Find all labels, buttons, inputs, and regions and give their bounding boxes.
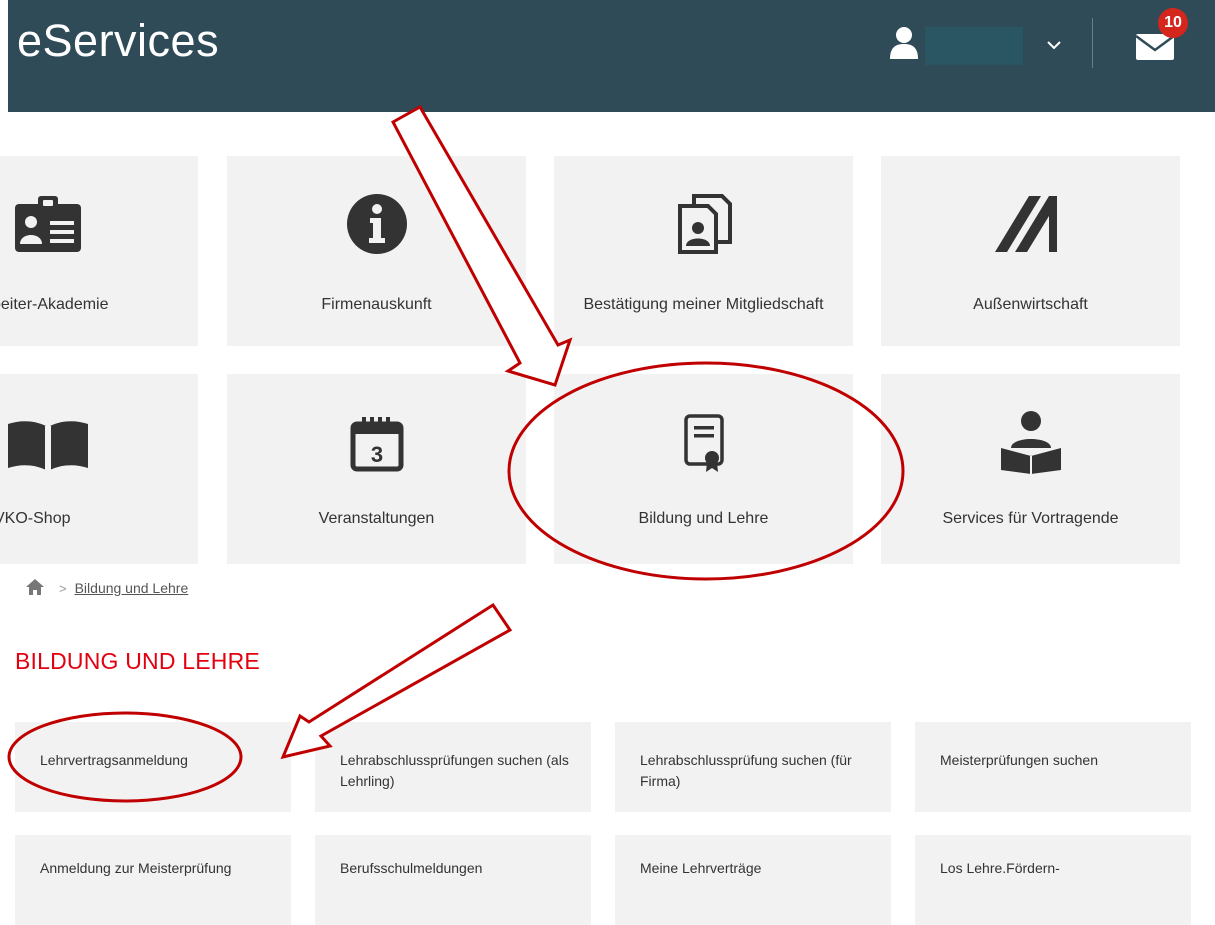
info-icon [227,192,526,256]
tile-label: Bildung und Lehre [638,510,769,527]
home-icon[interactable] [25,578,45,599]
tile-veranstaltungen[interactable]: 3 Veranstaltungen [227,374,526,564]
subtile-label: Los Lehre.Fördern- [940,860,1060,876]
subtile-label: Berufsschulmeldungen [340,860,483,876]
subtile-label: Lehrabschlussprüfung suchen (für Firma) [640,752,852,789]
subtile-label: Meisterprüfungen suchen [940,752,1098,768]
documents-icon [554,192,853,256]
subtile-label: Meine Lehrverträge [640,860,762,876]
certificate-icon [554,412,853,476]
tile-label: Außenwirtschaft [973,296,1088,313]
tile-bildung-und-lehre[interactable]: Bildung und Lehre [554,374,853,564]
breadcrumb: > Bildung und Lehre [25,578,188,598]
subtile-los-lehre-foerdern[interactable]: Los Lehre.Fördern- [915,835,1191,925]
chevron-down-icon[interactable] [1044,37,1064,53]
subtile-label: Lehrabschlussprüfungen suchen (als Lehrl… [340,752,569,789]
tile-aussenwirtschaft[interactable]: Außenwirtschaft [881,156,1180,346]
tile-wko-shop[interactable]: VKO-Shop [0,374,198,564]
tile-label: Services für Vortragende [942,510,1119,527]
section-title: BILDUNG UND LEHRE [15,648,260,674]
subtile-meisterpruefungen-suchen[interactable]: Meisterprüfungen suchen [915,722,1191,812]
top-header-bar: eServices 10 [8,0,1215,112]
id-badge-icon [12,192,198,256]
tile-bestaetigung-mitgliedschaft[interactable]: Bestätigung meiner Mitgliedschaft [554,156,853,346]
tile-label: Veranstaltungen [318,510,435,527]
subtile-label: Anmeldung zur Meisterprüfung [40,860,232,876]
header-divider [1092,18,1093,68]
subtile-lehrvertragsanmeldung[interactable]: Lehrvertragsanmeldung [15,722,291,812]
tile-services-fuer-vortragende[interactable]: Services für Vortragende [881,374,1180,564]
mail-count-badge: 10 [1158,8,1188,38]
calendar-icon: 3 [227,414,526,478]
tile-label: Bestätigung meiner Mitgliedschaft [583,296,824,313]
user-icon[interactable] [886,25,922,61]
breadcrumb-current-link[interactable]: Bildung und Lehre [75,580,189,596]
reader-icon [881,408,1180,474]
subtile-anmeldung-meisterpruefung[interactable]: Anmeldung zur Meisterprüfung [15,835,291,925]
subtile-label: Lehrvertragsanmeldung [40,752,188,768]
tile-label: VKO-Shop [0,510,71,527]
calendar-day: 3 [370,442,382,467]
subtile-berufsschulmeldungen[interactable]: Berufsschulmeldungen [315,835,591,925]
tile-label: Firmenauskunft [321,296,432,313]
tile-firmenauskunft[interactable]: Firmenauskunft [227,156,526,346]
tile-mitarbeiter-akademie[interactable]: beiter-Akademie [0,156,198,346]
subtile-meine-lehrvertraege[interactable]: Meine Lehrverträge [615,835,891,925]
user-name-field[interactable] [925,27,1023,65]
subtile-lehrabschlusspruefungen-lehrling[interactable]: Lehrabschlussprüfungen suchen (als Lehrl… [315,722,591,812]
tile-label: beiter-Akademie [0,296,109,313]
open-book-icon [6,416,198,480]
breadcrumb-separator: > [59,580,67,596]
aussenwirtschaft-logo-icon [881,192,1180,256]
subtile-lehrabschlusspruefung-firma[interactable]: Lehrabschlussprüfung suchen (für Firma) [615,722,891,812]
brand-title[interactable]: eServices [17,15,219,67]
